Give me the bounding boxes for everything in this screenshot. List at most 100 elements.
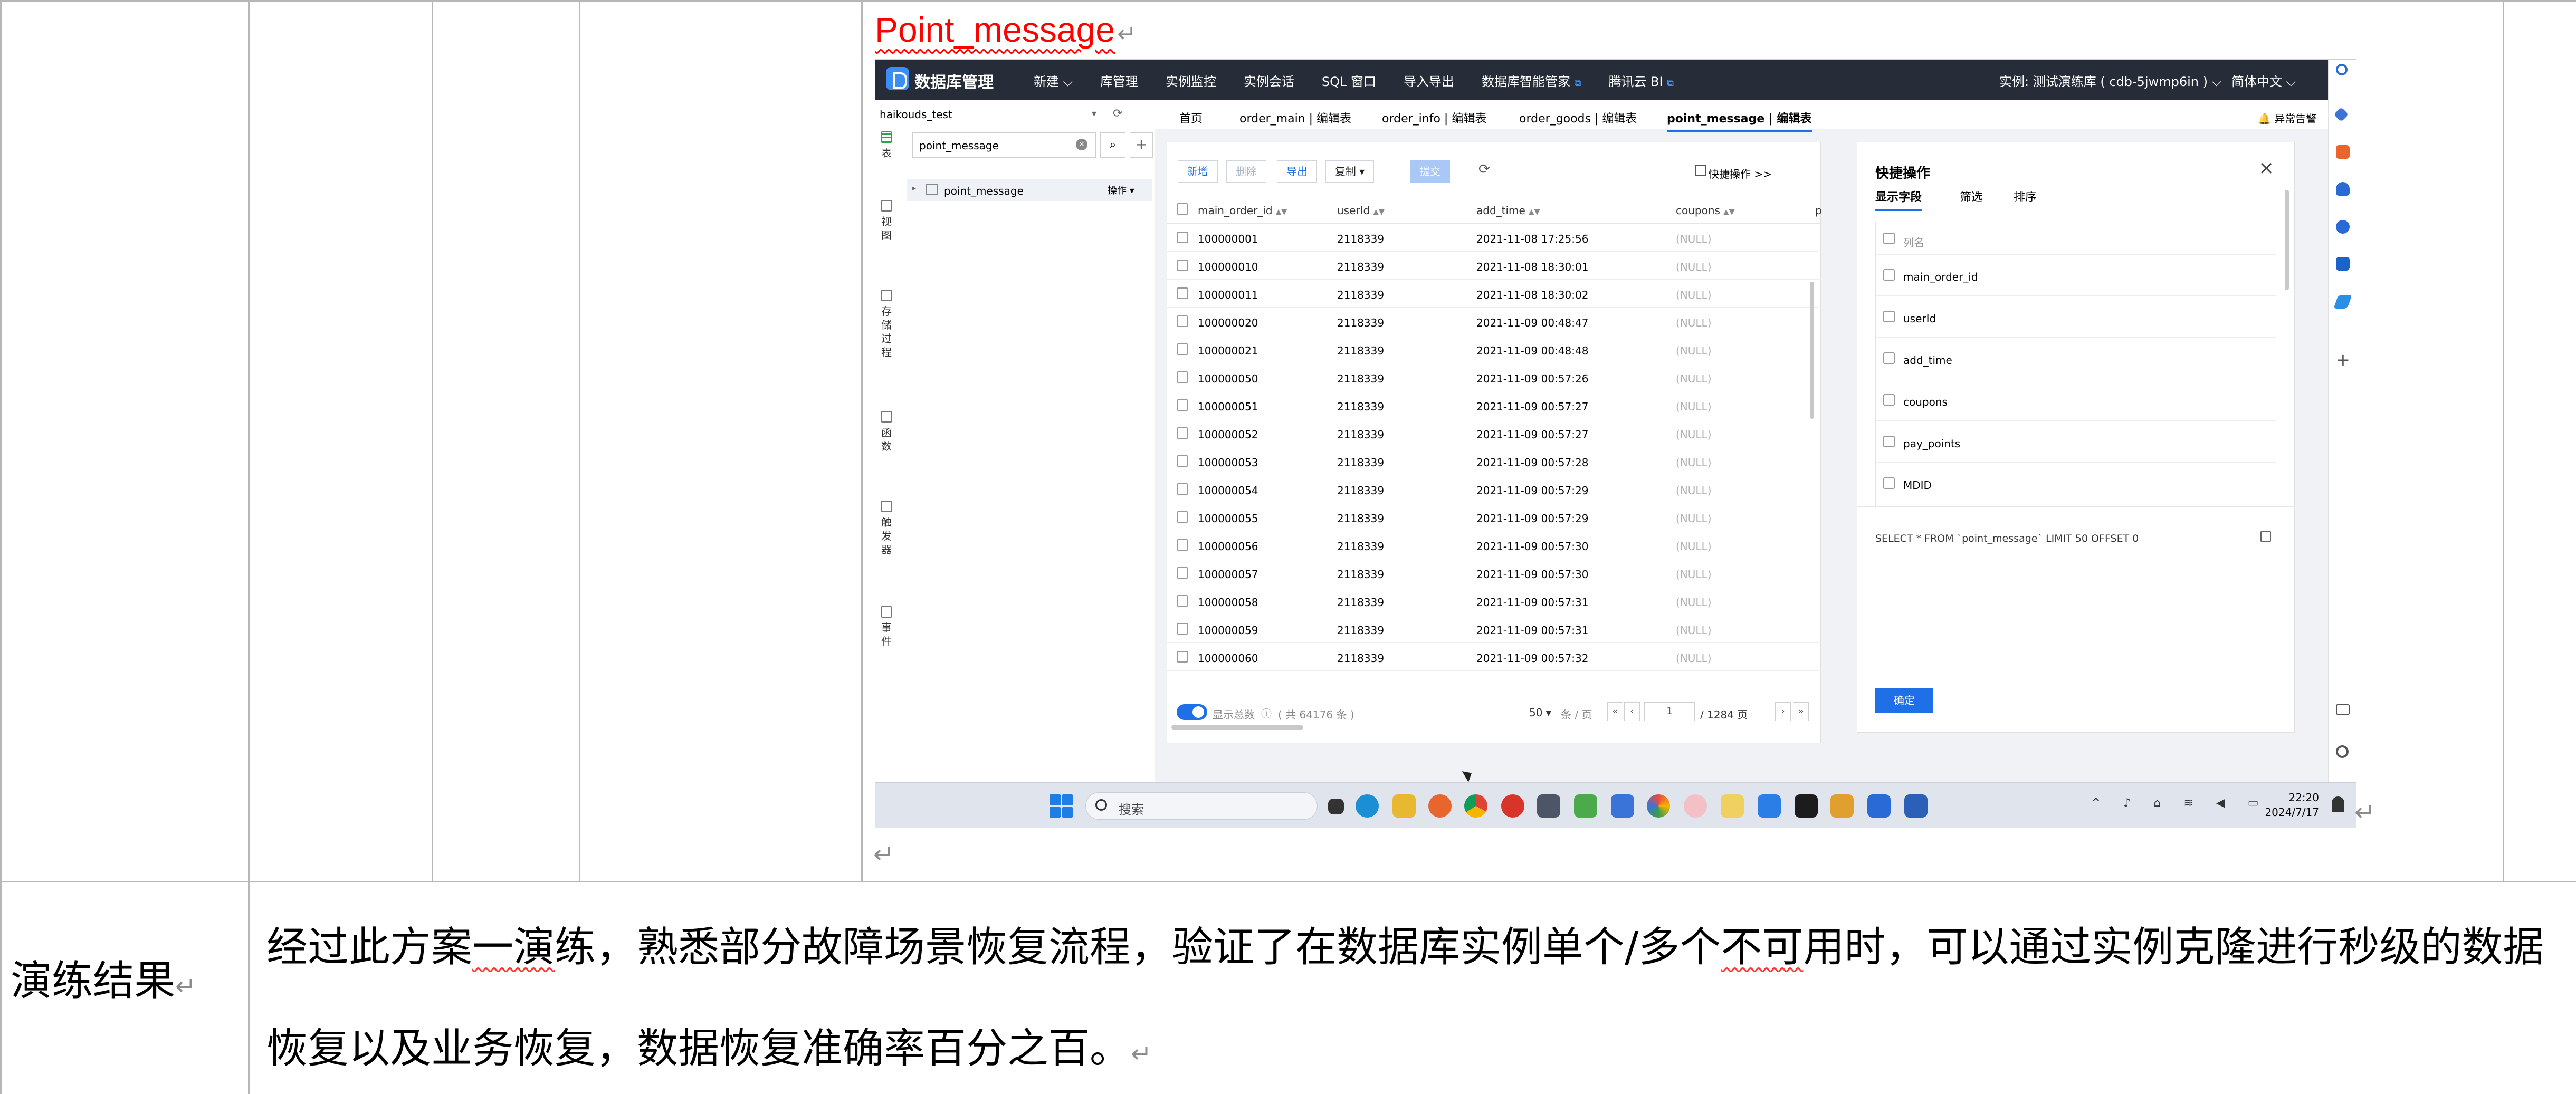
next-page-button[interactable]: › (1775, 702, 1791, 721)
table-row[interactable]: 100000058 2118339 2021-11-09 00:57:31 (NULL… (1167, 587, 1821, 615)
table-cell[interactable]: 100000020 (1198, 316, 1258, 329)
tab-point-message[interactable]: point_message | 编辑表 (1667, 109, 1812, 132)
table-cell[interactable]: 100000056 (1198, 540, 1258, 553)
field-row[interactable]: add_time (1876, 338, 2276, 379)
submit-button[interactable]: 提交 (1410, 160, 1450, 183)
sort-icon[interactable]: ▲▼ (1723, 208, 1735, 216)
tab-order-main[interactable]: order_main | 编辑表 (1239, 109, 1351, 126)
database-name[interactable]: haikouds_test (880, 108, 952, 121)
table-cell[interactable]: 100000054 (1198, 484, 1258, 497)
send-icon[interactable] (2333, 295, 2352, 309)
nav-import-export[interactable]: 导入导出 (1404, 71, 1454, 90)
table-row[interactable]: 100000051 2118339 2021-11-09 00:57:27 (NULL… (1167, 391, 1821, 419)
first-page-button[interactable]: « (1607, 702, 1623, 721)
table-cell[interactable]: 2021-11-08 17:25:56 (1476, 233, 1588, 245)
column-header[interactable]: add_time ▲▼ (1476, 204, 1540, 217)
table-cell[interactable]: 100000051 (1198, 400, 1258, 413)
app-cmd-icon[interactable] (1795, 794, 1818, 818)
row-checkbox[interactable] (1177, 567, 1188, 579)
table-cell[interactable]: 2021-11-09 00:48:47 (1476, 316, 1588, 329)
alert-link[interactable]: 🔔 异常告警 (2258, 110, 2316, 126)
row-checkbox[interactable] (1177, 343, 1188, 355)
table-row[interactable]: 100000001 2118339 2021-11-08 17:25:56 (NULL… (1167, 224, 1821, 252)
confirm-button[interactable]: 确定 (1875, 688, 1933, 713)
folder-icon[interactable] (1392, 794, 1416, 818)
word-icon[interactable] (1904, 794, 1928, 818)
nav-new[interactable]: 新建 ⌵ (1034, 71, 1073, 90)
add-button[interactable]: + (1130, 132, 1153, 158)
table-cell[interactable]: (NULL) (1676, 624, 1712, 637)
table-cell[interactable]: (NULL) (1676, 512, 1712, 525)
gear-icon[interactable] (2336, 745, 2349, 758)
row-checkbox[interactable] (1177, 399, 1188, 411)
page-size-select[interactable]: 50 ▾ (1529, 706, 1551, 719)
table-row[interactable]: 100000056 2118339 2021-11-09 00:57:30 (NULL… (1167, 531, 1821, 559)
field-checkbox[interactable] (1883, 436, 1895, 447)
table-cell[interactable]: 2118339 (1337, 316, 1384, 329)
table-row[interactable]: 100000010 2118339 2021-11-08 18:30:01 (NULL… (1167, 252, 1821, 280)
sort-icon[interactable]: ▲▼ (1373, 208, 1385, 216)
delete-row-button[interactable]: 删除 (1226, 160, 1266, 183)
tab-order-info[interactable]: order_info | 编辑表 (1382, 109, 1486, 126)
chevron-right-icon[interactable]: ▸ (912, 184, 916, 193)
search-button[interactable]: ⌕ (1100, 132, 1125, 158)
copy-dropdown[interactable]: 复制 ▾ (1325, 160, 1374, 183)
show-total-toggle[interactable] (1177, 704, 1207, 720)
row-checkbox[interactable] (1177, 651, 1188, 663)
table-cell[interactable]: (NULL) (1676, 316, 1712, 329)
table-cell[interactable]: (NULL) (1676, 400, 1712, 413)
taskbar-search-input[interactable]: 搜索 (1085, 792, 1318, 820)
app-red-icon[interactable] (1501, 794, 1524, 818)
table-cell[interactable]: (NULL) (1676, 344, 1712, 357)
column-header[interactable]: userId ▲▼ (1337, 204, 1385, 217)
table-row[interactable]: 100000059 2118339 2021-11-09 00:57:31 (NULL… (1167, 615, 1821, 643)
table-cell[interactable]: 2118339 (1337, 568, 1384, 581)
app-green-icon[interactable] (1574, 794, 1597, 818)
table-search-input[interactable]: point_message (912, 132, 1096, 158)
tab-order-goods[interactable]: order_goods | 编辑表 (1519, 109, 1637, 126)
tab-home[interactable]: 首页 (1179, 109, 1203, 126)
table-cell[interactable]: 2118339 (1337, 261, 1384, 273)
table-cell[interactable]: 2118339 (1337, 484, 1384, 497)
table-cell[interactable]: 2118339 (1337, 344, 1384, 357)
tag-icon[interactable] (2333, 107, 2349, 122)
tab-display-fields[interactable]: 显示字段 (1875, 188, 1922, 211)
table-cell[interactable]: (NULL) (1676, 596, 1712, 609)
search-app-icon[interactable] (1428, 794, 1452, 818)
table-cell[interactable]: 2021-11-09 00:57:26 (1476, 372, 1588, 385)
search-icon[interactable] (2336, 64, 2348, 75)
table-cell[interactable]: 2021-11-09 00:57:32 (1476, 652, 1588, 665)
side-tab-procedures[interactable]: 存储过程 (875, 290, 898, 359)
tab-filter[interactable]: 筛选 (1960, 188, 1983, 205)
table-cell[interactable]: 2118339 (1337, 512, 1384, 525)
app-color-icon[interactable] (1647, 794, 1670, 818)
table-cell[interactable]: 100000053 (1198, 456, 1258, 469)
field-row[interactable]: MDID (1876, 463, 2276, 504)
chrome-icon[interactable] (1464, 794, 1487, 818)
row-checkbox[interactable] (1177, 232, 1188, 243)
nav-db-manage[interactable]: 库管理 (1100, 71, 1138, 90)
table-cell[interactable]: 2118339 (1337, 624, 1384, 637)
table-cell[interactable]: 2118339 (1337, 400, 1384, 413)
copy-icon[interactable] (2260, 531, 2271, 542)
app-msg-icon[interactable] (1758, 794, 1781, 818)
field-row[interactable]: main_order_id (1876, 255, 2276, 296)
side-tab-tables[interactable]: 表 (875, 131, 898, 160)
row-checkbox[interactable] (1177, 287, 1188, 299)
table-cell[interactable]: 100000057 (1198, 568, 1258, 581)
nav-sql-window[interactable]: SQL 窗口 (1322, 71, 1376, 90)
field-checkbox[interactable] (1883, 352, 1895, 364)
close-icon[interactable]: × (2258, 157, 2274, 179)
row-checkbox[interactable] (1177, 315, 1188, 327)
row-checkbox[interactable] (1177, 455, 1188, 467)
table-cell[interactable]: (NULL) (1676, 428, 1712, 441)
table-row[interactable]: 100000057 2118339 2021-11-09 00:57:30 (NULL… (1167, 559, 1821, 587)
column-header[interactable]: main_order_id ▲▼ (1198, 204, 1287, 217)
app-blue-icon[interactable] (1611, 794, 1634, 818)
table-cell[interactable]: 2021-11-09 00:57:27 (1476, 428, 1588, 441)
system-tray[interactable]: ^ ♪ ⌂ ≋ ◀ ▭ (2091, 796, 2268, 810)
table-cell[interactable]: 2118339 (1337, 456, 1384, 469)
app-chat-icon[interactable] (1684, 794, 1707, 818)
quick-actions-toggle[interactable]: 快捷操作 >> (1709, 166, 1772, 181)
taskbar-clock[interactable]: 22:20 2024/7/17 (2256, 790, 2319, 820)
